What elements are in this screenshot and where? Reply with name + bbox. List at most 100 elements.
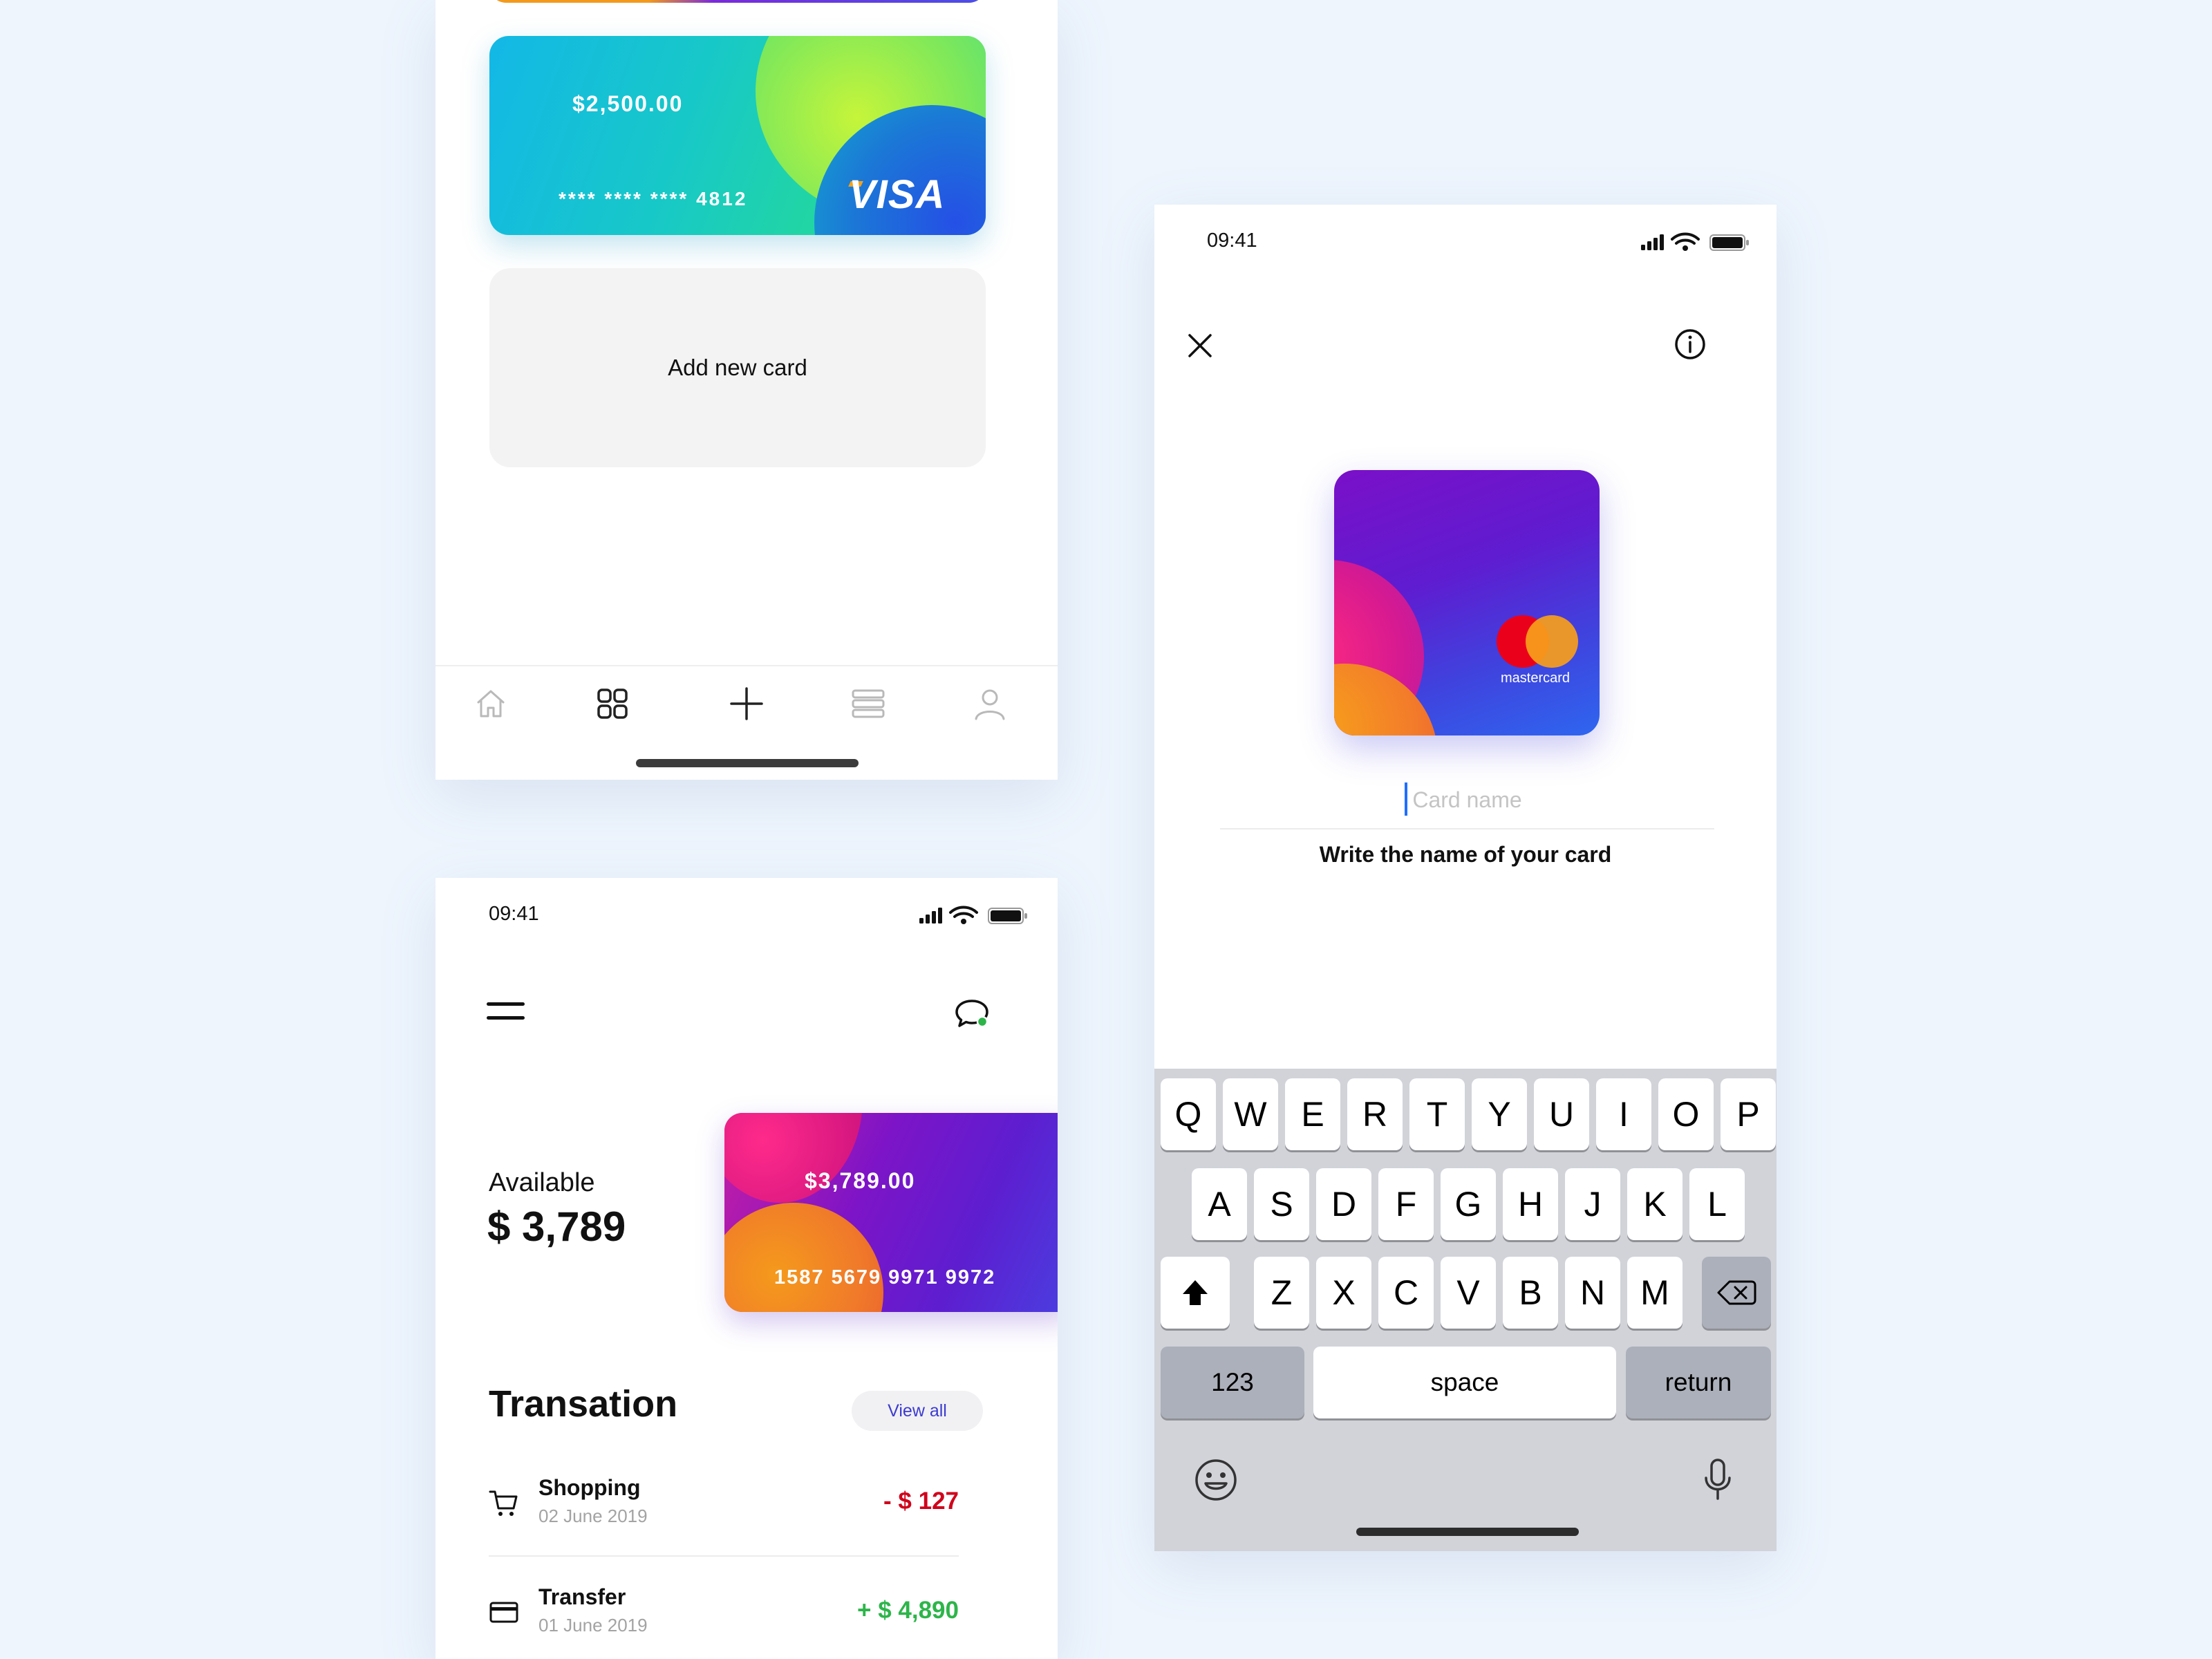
dashboard-screen: 09:41 Available $ 3,789 $3,789.00 1587 5…	[435, 878, 1058, 1659]
key-g[interactable]: G	[1441, 1168, 1496, 1240]
card-name-input[interactable]	[1220, 771, 1714, 830]
key-f[interactable]: F	[1378, 1168, 1434, 1240]
transaction-amount: + $ 4,890	[857, 1597, 959, 1624]
key-l[interactable]: L	[1689, 1168, 1745, 1240]
key-t[interactable]: T	[1409, 1078, 1465, 1150]
tab-add[interactable]	[726, 683, 767, 724]
key-o[interactable]: O	[1658, 1078, 1714, 1150]
key-p[interactable]: P	[1721, 1078, 1776, 1150]
cards-screen: $2,500.00 **** **** **** 4812 VISA Add n…	[435, 0, 1058, 780]
transaction-row[interactable]: Transfer 01 June 2019 + $ 4,890	[489, 1582, 959, 1658]
transaction-row[interactable]: Shopping 02 June 2019 - $ 127	[489, 1472, 959, 1548]
tab-profile[interactable]	[969, 683, 1011, 724]
mastercard-logo-yellow	[1526, 615, 1578, 668]
card-number: 1587 5679 9971 9972	[774, 1266, 996, 1288]
chat-button[interactable]	[951, 994, 993, 1035]
visa-logo: VISA	[849, 172, 946, 217]
plus-icon	[730, 687, 763, 720]
space-key[interactable]: space	[1313, 1347, 1616, 1418]
menu-icon	[487, 1002, 525, 1006]
wifi-icon	[949, 906, 978, 924]
return-key[interactable]: return	[1626, 1347, 1771, 1418]
info-button[interactable]	[1669, 324, 1711, 365]
key-r[interactable]: R	[1347, 1078, 1403, 1150]
view-all-button[interactable]: View all	[852, 1391, 983, 1431]
transaction-name: Shopping	[538, 1475, 641, 1500]
tab-home[interactable]	[470, 683, 512, 724]
key-n[interactable]: N	[1565, 1257, 1620, 1329]
cart-icon	[489, 1490, 518, 1516]
mastercard-wordmark: mastercard	[1501, 671, 1571, 686]
emoji-icon	[1195, 1459, 1237, 1501]
card-balance: $3,789.00	[805, 1168, 916, 1193]
signal-icon	[1641, 234, 1664, 250]
key-d[interactable]: D	[1316, 1168, 1371, 1240]
key-m[interactable]: M	[1627, 1257, 1683, 1329]
home-indicator	[636, 759, 859, 767]
add-new-card-button[interactable]: Add new card	[489, 268, 986, 467]
emoji-button[interactable]	[1192, 1456, 1240, 1504]
close-icon	[1188, 334, 1212, 357]
status-time: 09:41	[1207, 229, 1257, 252]
keyboard: Q W E R T Y U I O P A S D F G H J K L Z …	[1154, 1069, 1777, 1551]
key-v[interactable]: V	[1441, 1257, 1496, 1329]
user-icon	[975, 689, 1005, 720]
mastercard-logo: mastercard	[1497, 615, 1580, 686]
chat-icon	[955, 1000, 988, 1028]
shift-key[interactable]	[1161, 1257, 1230, 1329]
numbers-key[interactable]: 123	[1161, 1347, 1304, 1418]
backspace-icon	[1717, 1280, 1756, 1305]
status-time: 09:41	[489, 903, 539, 925]
list-icon	[852, 689, 885, 718]
transaction-date: 01 June 2019	[538, 1615, 648, 1635]
key-x[interactable]: X	[1316, 1257, 1371, 1329]
battery-icon	[1709, 234, 1749, 251]
key-w[interactable]: W	[1223, 1078, 1278, 1150]
dictation-button[interactable]	[1694, 1456, 1742, 1504]
signal-icon	[919, 908, 942, 924]
add-new-card-label: Add new card	[668, 355, 807, 380]
card-decoration	[724, 1203, 883, 1312]
key-e[interactable]: E	[1285, 1078, 1340, 1150]
home-icon	[477, 690, 505, 718]
mastercard-card-preview: mastercard	[1334, 470, 1600, 735]
status-icons	[1641, 232, 1749, 251]
text-caret	[1405, 782, 1407, 816]
available-label: Available	[489, 1168, 595, 1197]
key-u[interactable]: U	[1534, 1078, 1589, 1150]
key-y[interactable]: Y	[1472, 1078, 1527, 1150]
tab-list[interactable]	[847, 683, 889, 724]
close-button[interactable]	[1179, 325, 1221, 366]
transaction-amount: - $ 127	[883, 1488, 959, 1515]
mastercard-card[interactable]: $3,789.00 1587 5679 9971 9972	[724, 1113, 1058, 1312]
key-s[interactable]: S	[1254, 1168, 1309, 1240]
add-card-screen: 09:41 mastercard Card name Write the nam…	[1154, 205, 1777, 1551]
status-icons	[919, 906, 1027, 924]
available-balance: $ 3,789	[487, 1203, 626, 1250]
wifi-icon	[1671, 232, 1700, 251]
view-all-label: View all	[888, 1400, 947, 1421]
key-i[interactable]: I	[1596, 1078, 1651, 1150]
tab-cards[interactable]	[592, 683, 633, 724]
info-icon	[1675, 329, 1705, 359]
backspace-key[interactable]	[1702, 1257, 1771, 1329]
microphone-icon	[1705, 1459, 1731, 1500]
previous-card[interactable]	[489, 0, 986, 3]
key-h[interactable]: H	[1503, 1168, 1558, 1240]
card-icon	[489, 1602, 518, 1623]
key-c[interactable]: C	[1378, 1257, 1434, 1329]
key-a[interactable]: A	[1192, 1168, 1247, 1240]
key-j[interactable]: J	[1565, 1168, 1620, 1240]
key-k[interactable]: K	[1627, 1168, 1683, 1240]
menu-button[interactable]	[487, 997, 528, 1031]
visa-card[interactable]: $2,500.00 **** **** **** 4812 VISA	[489, 36, 986, 235]
grid-icon	[597, 688, 628, 719]
card-name-hint: Write the name of your card	[1319, 842, 1612, 867]
key-b[interactable]: B	[1503, 1257, 1558, 1329]
key-z[interactable]: Z	[1254, 1257, 1309, 1329]
tab-bar	[435, 665, 1058, 741]
key-q[interactable]: Q	[1161, 1078, 1216, 1150]
home-indicator	[1356, 1528, 1579, 1536]
divider	[489, 1555, 959, 1557]
battery-icon	[988, 908, 1027, 924]
